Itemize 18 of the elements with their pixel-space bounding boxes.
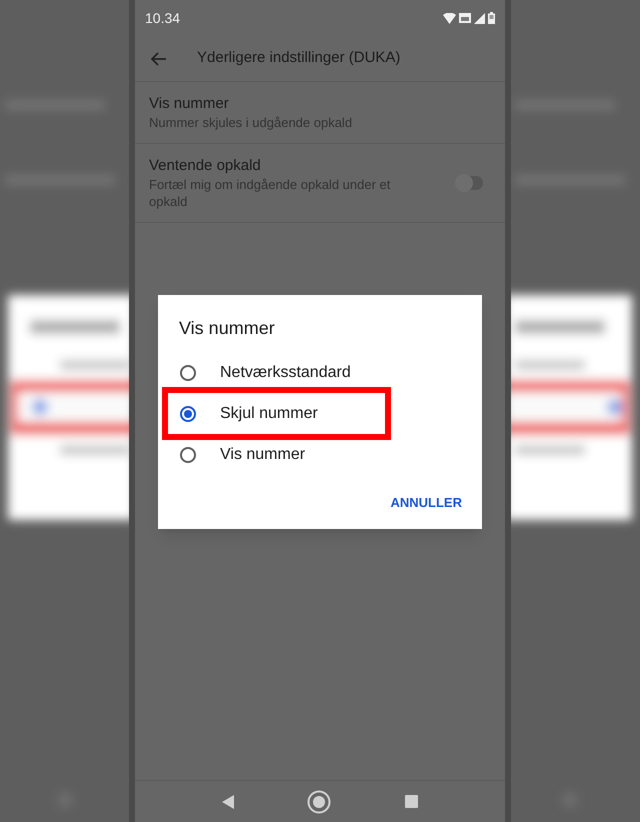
recents-icon[interactable]	[405, 795, 418, 808]
radio-option[interactable]: Skjul nummer	[158, 398, 328, 428]
signal-icon	[474, 12, 485, 24]
home-icon[interactable]	[307, 790, 332, 814]
back-arrow-icon[interactable]	[151, 52, 167, 66]
status-time: 10.34	[145, 8, 180, 28]
radio-option[interactable]: Netværksstandard	[158, 358, 361, 388]
wifi-icon	[443, 12, 456, 24]
radio-option[interactable]: Vis nummer	[158, 440, 316, 470]
setting-title: Ventende opkald	[149, 156, 262, 176]
toggle-switch[interactable]	[457, 176, 483, 190]
cancel-button[interactable]: ANNULLER	[384, 487, 468, 518]
battery-icon	[488, 12, 495, 24]
back-icon[interactable]	[222, 794, 234, 808]
screen-title: Yderligere indstillinger (DUKA)	[197, 48, 400, 68]
setting-title: Vis nummer	[149, 94, 230, 114]
sim-card-icon	[459, 13, 471, 23]
dialog-title: Vis nummer	[178, 317, 276, 340]
